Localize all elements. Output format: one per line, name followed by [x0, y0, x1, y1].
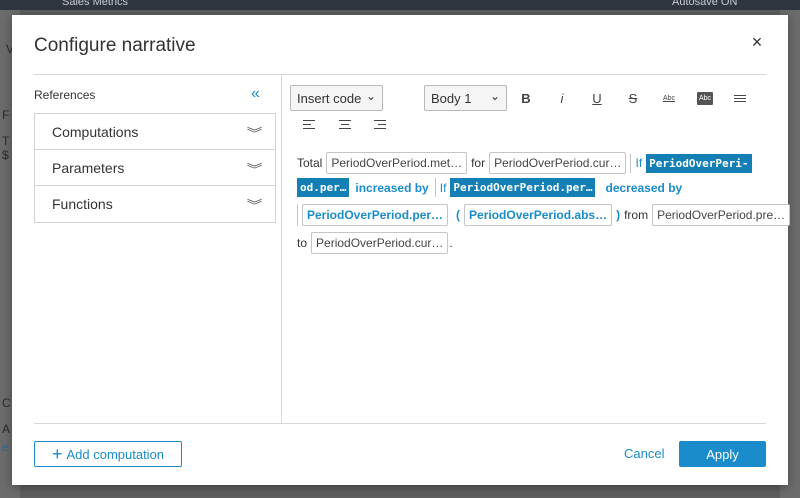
divider — [34, 423, 766, 424]
configure-narrative-dialog: Configure narrative × References « Compu… — [12, 15, 791, 485]
background-autosave: Autosave ON — [672, 0, 738, 8]
insert-code-label: Insert code — [297, 90, 362, 106]
font-color-icon: Abc — [662, 94, 676, 102]
condition-expression: PeriodOverPeri- — [646, 153, 752, 173]
bullet-list-icon — [734, 94, 746, 102]
previous-period-chip[interactable]: PeriodOverPeriod.pre… — [652, 204, 791, 226]
highlight-color-icon: Abc — [696, 91, 714, 105]
underline-button[interactable]: U — [586, 87, 608, 109]
narrative-line: od.per… increased by If PeriodOverPeriod… — [297, 178, 688, 197]
insert-code-dropdown[interactable]: Insert code ⌄ — [290, 85, 383, 111]
decreased-by-text: decreased by — [605, 180, 683, 195]
absolute-difference-chip[interactable]: PeriodOverPeriod.abs… — [464, 204, 613, 226]
narrative-text: for — [471, 156, 486, 170]
strikethrough-button[interactable]: S — [622, 87, 644, 109]
current-period-chip[interactable]: PeriodOverPeriod.cur… — [489, 152, 627, 174]
references-item-functions[interactable]: Functions ︾ — [35, 186, 275, 222]
align-left-icon — [303, 119, 315, 129]
plus-icon: + — [51, 444, 63, 464]
text-style-dropdown[interactable]: Body 1 ⌄ — [424, 85, 507, 111]
if-block[interactable]: If PeriodOverPeri- — [630, 153, 752, 173]
narrative-line: to PeriodOverPeriod.cur… . — [297, 232, 453, 254]
cancel-button[interactable]: Cancel — [624, 446, 664, 461]
background-fragment: C — [2, 396, 11, 410]
narrative-line: Total PeriodOverPeriod.met… for PeriodOv… — [297, 152, 756, 174]
bold-button[interactable]: B — [515, 87, 537, 109]
align-left-button[interactable] — [298, 113, 320, 135]
dialog-title: Configure narrative — [34, 35, 196, 56]
references-item-label: Computations — [52, 123, 139, 140]
chevron-down-icon: ︾ — [246, 198, 263, 213]
chevron-down-icon: ⌄ — [489, 89, 500, 103]
bullet-list-button[interactable] — [729, 87, 751, 109]
background-fragment: F — [2, 108, 10, 122]
narrative-text: Total — [297, 156, 323, 170]
align-center-icon — [339, 119, 351, 129]
current-period-chip[interactable]: PeriodOverPeriod.cur… — [311, 232, 449, 254]
background-fragment: A — [2, 422, 11, 436]
highlight-color-button[interactable]: Abc — [694, 87, 716, 109]
percent-difference-chip[interactable]: PeriodOverPeriod.per… — [302, 204, 449, 226]
references-item-label: Functions — [52, 196, 113, 212]
background-fragment: T — [2, 134, 10, 148]
references-label: References — [34, 88, 96, 102]
references-item-label: Parameters — [52, 159, 125, 176]
apply-button[interactable]: Apply — [679, 441, 766, 467]
narrative-text: to — [297, 236, 308, 250]
divider — [281, 74, 282, 423]
align-right-button[interactable] — [369, 113, 391, 135]
chevron-down-icon: ︾ — [246, 162, 263, 177]
references-list: Computations ︾ Parameters ︾ Functions ︾ — [34, 113, 276, 223]
background-fragment: e — [2, 440, 9, 454]
align-center-button[interactable] — [334, 113, 356, 135]
value-block[interactable]: PeriodOverPeriod.per… — [297, 204, 452, 226]
narrative-text: from — [624, 208, 649, 222]
if-keyword: If — [635, 156, 643, 170]
narrative-text: . — [449, 236, 453, 250]
background-sheet-title: Sales Metrics — [62, 0, 129, 8]
add-computation-button[interactable]: + Add computation — [34, 441, 182, 467]
close-paren: ) — [616, 208, 621, 222]
collapse-panel-icon[interactable]: « — [251, 85, 260, 103]
align-right-icon — [374, 119, 386, 129]
chevron-down-icon: ︾ — [246, 126, 263, 141]
chevron-down-icon: ⌄ — [365, 89, 376, 103]
divider — [34, 74, 766, 75]
narrative-line: PeriodOverPeriod.per… ( PeriodOverPeriod… — [297, 204, 794, 226]
condition-expression: od.per… — [297, 178, 350, 197]
condition-expression: PeriodOverPeriod.per… — [450, 178, 596, 197]
open-paren: ( — [456, 208, 461, 222]
if-keyword: If — [439, 180, 447, 195]
close-icon[interactable]: × — [748, 33, 766, 51]
text-style-label: Body 1 — [431, 90, 472, 106]
increased-by-text: increased by — [355, 180, 429, 195]
italic-button[interactable]: i — [551, 87, 573, 109]
background-fragment: $ — [2, 148, 9, 162]
text-color-button[interactable]: Abc — [658, 87, 680, 109]
if-block[interactable]: If PeriodOverPeriod.per… — [434, 178, 602, 197]
references-item-parameters[interactable]: Parameters ︾ — [35, 150, 275, 186]
references-item-computations[interactable]: Computations ︾ — [35, 114, 275, 150]
add-computation-label: Add computation — [66, 446, 165, 462]
metric-chip[interactable]: PeriodOverPeriod.met… — [326, 152, 468, 174]
